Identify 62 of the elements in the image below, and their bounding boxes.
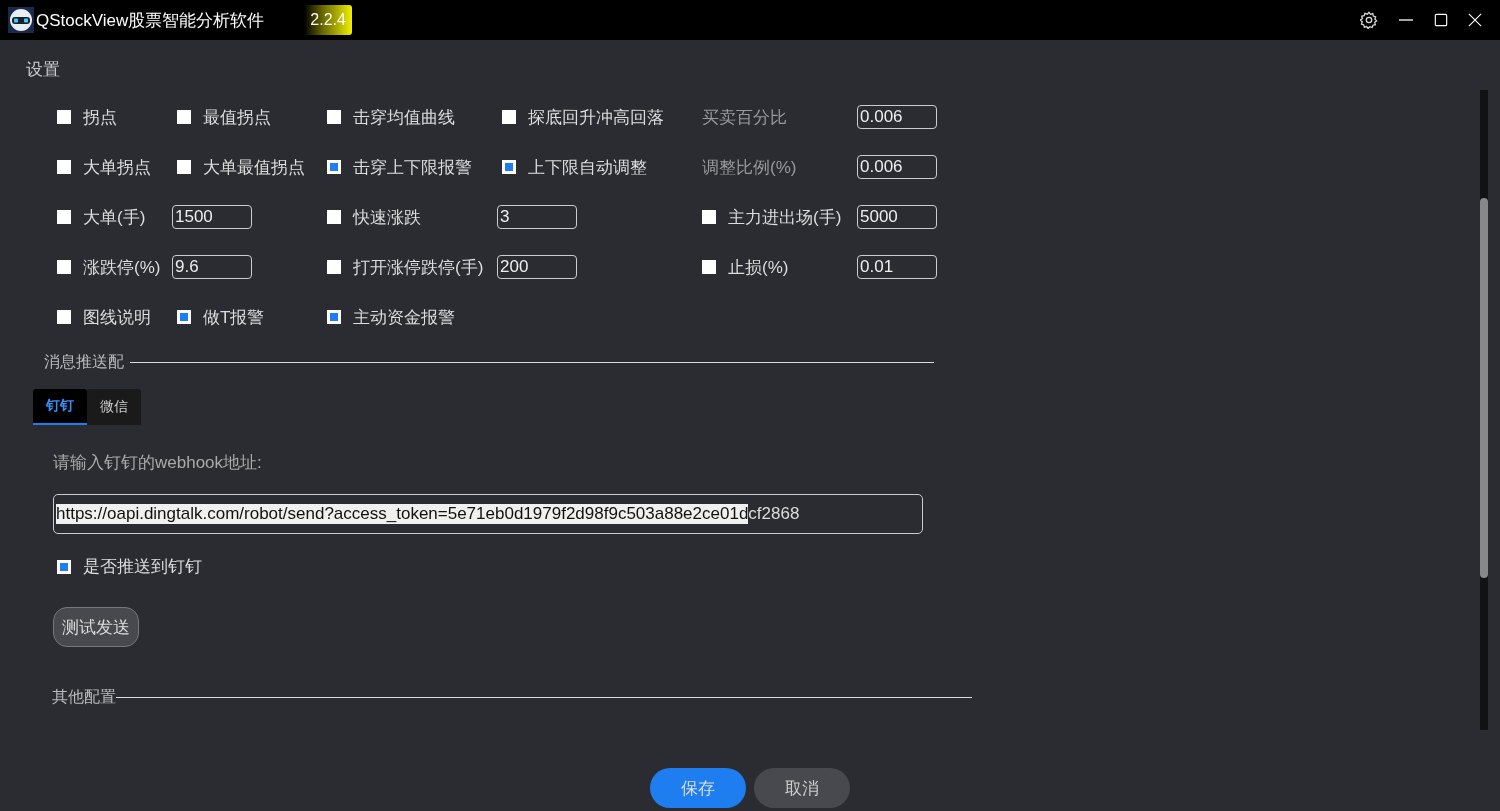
- checkbox[interactable]: [177, 110, 191, 124]
- checkbox[interactable]: [177, 160, 191, 174]
- checkbox-label: 大单拐点: [83, 156, 151, 179]
- tab[interactable]: 钉钉: [33, 389, 87, 425]
- checkbox-label: 主动资金报警: [353, 306, 455, 329]
- checkbox[interactable]: [57, 559, 71, 574]
- checkbox-label: 大单最值拐点: [203, 156, 305, 179]
- cancel-button[interactable]: 取消: [754, 768, 850, 808]
- checkbox[interactable]: [57, 260, 71, 274]
- checkbox[interactable]: [177, 310, 191, 324]
- input-field[interactable]: 0.01: [857, 255, 937, 279]
- checkbox[interactable]: [327, 210, 341, 224]
- section-title: 消息推送配: [44, 352, 124, 372]
- checkbox-label: 击穿上下限报警: [353, 156, 472, 179]
- checkbox-label: 做T报警: [203, 306, 265, 329]
- checkbox[interactable]: [327, 310, 341, 324]
- page-title: 设置: [25, 59, 61, 81]
- close-icon[interactable]: [1468, 13, 1482, 27]
- checkbox-label: 最值拐点: [203, 106, 271, 129]
- checkbox[interactable]: [57, 160, 71, 174]
- tab[interactable]: 微信: [87, 389, 141, 425]
- window-title: QStockView股票智能分析软件: [36, 9, 265, 32]
- checkbox-label: 拐点: [83, 106, 117, 129]
- checkbox-label: 图线说明: [83, 306, 151, 329]
- checkbox[interactable]: [702, 210, 716, 224]
- version-badge: 2.2.4: [304, 5, 352, 35]
- checkbox-label: 止损(%): [728, 256, 789, 279]
- checkbox[interactable]: [502, 160, 516, 174]
- checkbox-label: 主力进出场(手): [728, 206, 842, 229]
- checkbox[interactable]: [57, 210, 71, 224]
- scrollbar[interactable]: [1480, 90, 1488, 730]
- checkbox[interactable]: [327, 260, 341, 274]
- section-title: 其他配置: [52, 687, 116, 707]
- settings-icon[interactable]: [1360, 11, 1378, 29]
- input-field[interactable]: 0.006: [857, 155, 937, 179]
- input-field[interactable]: 200: [497, 255, 577, 279]
- checkbox-label: 大单(手): [83, 206, 146, 229]
- robot-logo-icon: [8, 7, 34, 33]
- checkbox[interactable]: [327, 110, 341, 124]
- field-label: 买卖百分比: [702, 106, 787, 129]
- webhook-label: 请输入钉钉的webhook地址:: [53, 452, 263, 474]
- checkbox[interactable]: [57, 310, 71, 324]
- maximize-icon[interactable]: [1434, 13, 1448, 27]
- checkbox-label: 击穿均值曲线: [353, 106, 455, 129]
- input-field[interactable]: 0.006: [857, 105, 937, 129]
- test-send-button[interactable]: 测试发送: [53, 607, 139, 647]
- checkbox[interactable]: [327, 160, 341, 174]
- checkbox-label: 是否推送到钉钉: [83, 556, 202, 578]
- input-field[interactable]: 3: [497, 205, 577, 229]
- input-field[interactable]: 1500: [172, 205, 252, 229]
- checkbox[interactable]: [57, 110, 71, 124]
- field-label: 调整比例(%): [702, 156, 797, 179]
- checkbox-label: 探底回升冲高回落: [528, 106, 664, 129]
- checkbox-label: 上下限自动调整: [528, 156, 647, 179]
- checkbox-label: 快速涨跌: [353, 206, 421, 229]
- input-field[interactable]: 5000: [857, 205, 937, 229]
- checkbox-label: 涨跌停(%): [83, 256, 161, 279]
- checkbox-label: 打开涨停跌停(手): [353, 256, 484, 279]
- checkbox[interactable]: [502, 110, 516, 124]
- webhook-input-field[interactable]: https://oapi.dingtalk.com/robot/send?access_token=5e71eb0d1979f2d98f9c503a88e2ce01dcf2868: [53, 494, 923, 534]
- checkbox[interactable]: [702, 260, 716, 274]
- input-field[interactable]: 9.6: [172, 255, 252, 279]
